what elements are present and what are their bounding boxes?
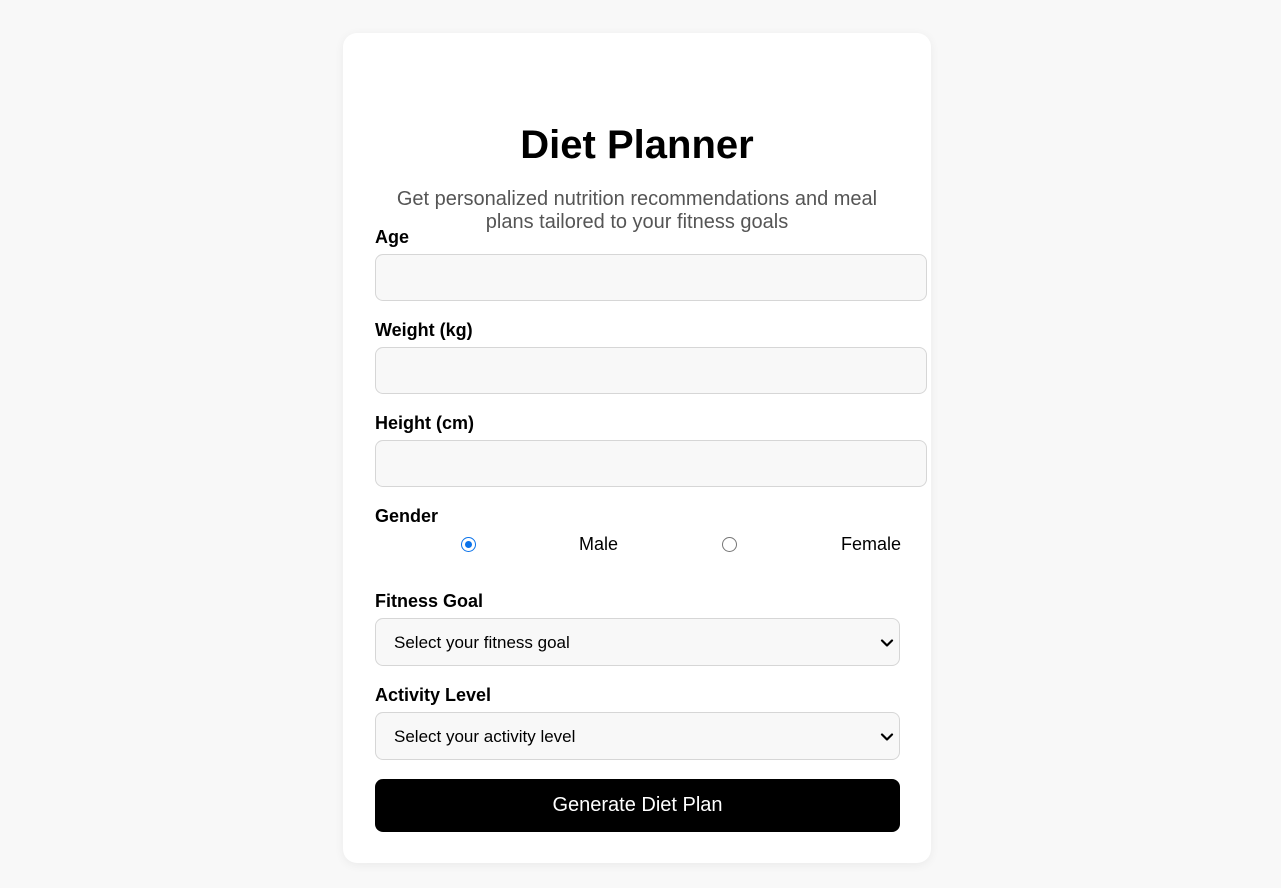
gender-radio-group: Male Female [375,533,901,557]
activity-level-label: Activity Level [375,685,492,705]
chevron-down-icon [880,639,894,647]
gender-female-label[interactable]: Female [841,533,901,555]
gender-label: Gender [375,506,439,526]
activity-level-selected-value: Select your activity level [394,727,576,746]
fitness-goal-select[interactable]: Select your fitness goal [375,618,900,666]
fitness-goal-label: Fitness Goal [375,591,484,611]
page-title: Diet Planner [520,123,754,167]
page-subtitle: Get personalized nutrition recommendatio… [396,188,878,233]
gender-male-radio[interactable] [461,537,476,552]
age-label: Age [375,227,410,247]
height-label: Height (cm) [375,413,474,433]
height-input[interactable] [375,440,927,487]
fitness-goal-selected-value: Select your fitness goal [394,633,570,652]
gender-female-radio[interactable] [722,537,737,552]
generate-diet-plan-button[interactable]: Generate Diet Plan [375,779,900,832]
diet-planner-card: Diet Planner Get personalized nutrition … [343,33,931,863]
weight-label: Weight (kg) [375,320,473,340]
chevron-down-icon [880,733,894,741]
gender-male-label[interactable]: Male [579,533,618,555]
activity-level-select[interactable]: Select your activity level [375,712,900,760]
weight-input[interactable] [375,347,927,394]
age-input[interactable] [375,254,927,301]
